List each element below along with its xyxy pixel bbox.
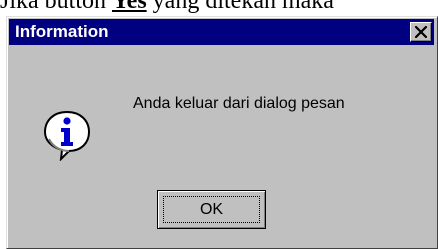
information-dialog: Information Anda keluar dari dialog pesa… (6, 16, 438, 249)
close-icon (415, 26, 427, 38)
ok-button[interactable]: OK (157, 190, 266, 229)
screenshot-root: Jika button Yes yang ditekan maka Inform… (0, 0, 438, 249)
dialog-title: Information (15, 22, 109, 41)
background-document-text: Jika button Yes yang ditekan maka (0, 0, 438, 14)
dialog-message: Anda keluar dari dialog pesan (133, 95, 345, 112)
background-text-prefix: Jika button (0, 0, 112, 14)
close-button[interactable] (410, 22, 432, 42)
background-text-underlined: Yes (112, 0, 147, 14)
dialog-titlebar[interactable]: Information (9, 19, 434, 45)
background-text-suffix: yang ditekan maka (146, 0, 334, 14)
ok-button-label: OK (199, 201, 224, 218)
info-icon (43, 110, 91, 161)
